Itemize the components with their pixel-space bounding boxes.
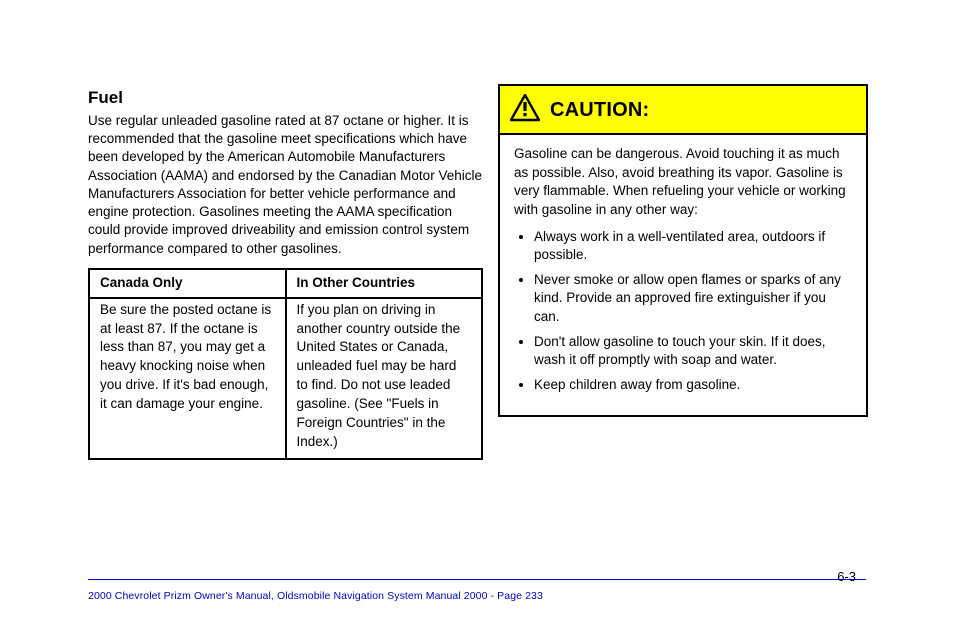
table-header-right: In Other Countries [286, 269, 483, 298]
caution-list: Always work in a well-ventilated area, o… [514, 228, 852, 395]
caution-header: CAUTION: [500, 86, 866, 135]
table-header-left: Canada Only [89, 269, 286, 298]
caution-title: CAUTION: [550, 99, 649, 122]
caution-body: Gasoline can be dangerous. Avoid touchin… [500, 135, 866, 415]
table-body-row: Be sure the posted octane is at least 87… [89, 298, 482, 459]
footer-text: 2000 Chevrolet Prizm Owner's Manual, Old… [88, 590, 543, 602]
intro-paragraph: Use regular unleaded gasoline rated at 8… [88, 112, 483, 258]
caution-intro: Gasoline can be dangerous. Avoid touchin… [514, 145, 852, 220]
table-cell-right: If you plan on driving in another countr… [286, 298, 483, 459]
list-item: Always work in a well-ventilated area, o… [534, 228, 852, 265]
caution-box: CAUTION: Gasoline can be dangerous. Avoi… [498, 84, 868, 417]
list-item: Keep children away from gasoline. [534, 376, 852, 395]
list-item: Don't allow gasoline to touch your skin.… [534, 333, 852, 370]
warning-icon [510, 94, 540, 127]
footer: 2000 Chevrolet Prizm Owner's Manual, Old… [88, 579, 866, 604]
table-cell-left: Be sure the posted octane is at least 87… [89, 298, 286, 459]
list-item: Never smoke or allow open flames or spar… [534, 271, 852, 327]
table-header-row: Canada Only In Other Countries [89, 269, 482, 298]
fuel-table: Canada Only In Other Countries Be sure t… [88, 268, 483, 460]
section-heading: Fuel [88, 88, 483, 108]
